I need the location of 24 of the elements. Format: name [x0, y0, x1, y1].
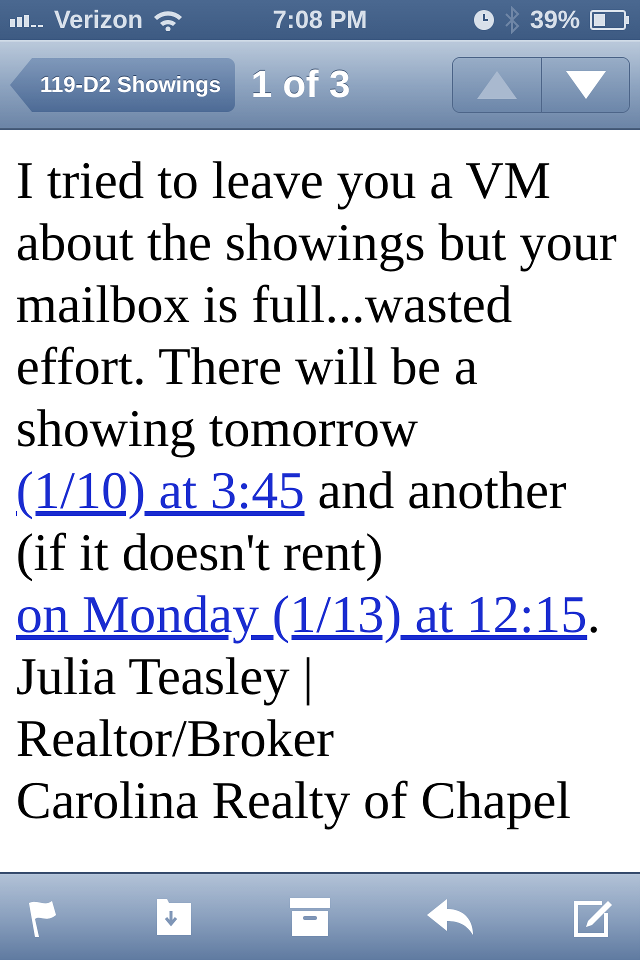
- archive-box-icon: [290, 898, 330, 936]
- date-link[interactable]: (1/10) at 3:45: [16, 462, 304, 520]
- clock-time: 7:08 PM: [272, 6, 368, 34]
- message-position: 1 of 3: [250, 64, 350, 106]
- carrier-name: Verizon: [54, 6, 143, 34]
- alarm-clock-icon: [474, 10, 494, 30]
- back-button[interactable]: 119-D2 Showings: [10, 58, 235, 112]
- battery-icon: [590, 10, 630, 30]
- date-link[interactable]: on Monday (1/13) at 12:15: [16, 586, 588, 644]
- folder-arrow-icon: [155, 897, 193, 937]
- up-triangle-icon: [477, 71, 517, 99]
- signature-line: Carolina Realty of Chapel: [16, 771, 572, 832]
- bluetooth-icon: [504, 6, 520, 34]
- signature-line: Julia Teasley | Realtor/Broker: [16, 647, 335, 770]
- folder-arrow-button[interactable]: [155, 897, 193, 937]
- message-body: I tried to leave you a VM about the showings but your mailbox is full...wasted effort. There will be a showing tomorrow (1/10) at 3:45 and another (if it doesn't rent) on Monday (1/13) at 12:15.: [16, 151, 618, 646]
- reply-arrow-button[interactable]: [427, 897, 475, 937]
- signal-icon: [10, 13, 44, 27]
- wifi-icon: [152, 9, 183, 31]
- down-triangle-icon: [566, 71, 606, 99]
- archive-box-button[interactable]: [290, 898, 330, 936]
- reply-arrow-icon: [427, 897, 475, 937]
- battery-percent: 39%: [530, 6, 580, 34]
- next-button[interactable]: [541, 58, 629, 112]
